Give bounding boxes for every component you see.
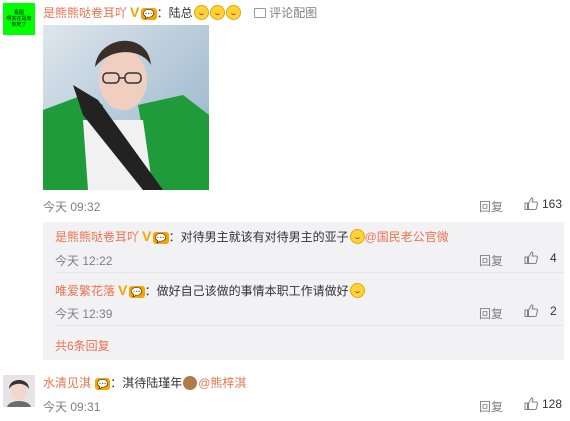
like-button[interactable]: 2 [524, 304, 557, 318]
reply-time: 今天 12:39 [55, 307, 113, 321]
reply-mention-link[interactable]: @国民老公官微 [365, 230, 449, 244]
like-button[interactable]: 4 [524, 251, 557, 265]
reply-username[interactable]: 是熊熊哒卷耳吖 [55, 230, 139, 244]
thumbs-up-icon [524, 304, 538, 317]
vip-badge-icon: 💬 [129, 286, 145, 298]
comment-image[interactable] [43, 25, 209, 190]
bear-emoji-icon [183, 376, 198, 390]
vip-badge-icon: 💬 [141, 8, 157, 20]
divider [55, 325, 564, 326]
comment-text: ：淇待陆瑾年 [110, 376, 183, 390]
reply-button[interactable]: 回复 [479, 398, 503, 415]
reply-button[interactable]: 回复 [479, 198, 503, 215]
like-button[interactable]: 128 [524, 397, 562, 411]
emoji-icon [193, 5, 209, 20]
divider [55, 272, 564, 273]
reply-item: 唯爱繁花落 V 💬 ：做好自己该做的事情本职工作请做好 [55, 282, 365, 299]
thumbs-up-icon [524, 251, 538, 264]
reply-item: 是熊熊哒卷耳吖 V 💬 ：对待男主就该有对待男主的亚子 @国民老公官微 [55, 228, 449, 245]
like-count: 163 [542, 197, 563, 211]
like-count: 4 [550, 251, 557, 265]
more-replies-link[interactable]: 共6条回复 [55, 337, 110, 354]
reply-text: ：做好自己该做的事情本职工作请做好 [144, 284, 349, 298]
verified-icon: V [118, 282, 128, 298]
comment-mention-link[interactable]: @熊梓淇 [198, 376, 246, 390]
like-button[interactable]: 163 [524, 197, 562, 211]
like-count: 128 [542, 397, 563, 411]
emoji-icon [349, 283, 365, 298]
emoji-icon [209, 5, 225, 20]
comment-header: 是熊熊哒卷耳吖 V 💬 ：陆总 评论配图 [43, 4, 317, 21]
thumbs-up-icon [524, 397, 538, 410]
reply-text: ：对待男主就该有对待男主的亚子 [168, 230, 349, 244]
emoji-icon [349, 229, 365, 244]
vip-badge-icon: 💬 [95, 378, 111, 390]
user-avatar[interactable]: 看图 啊实在是有 你死了 [3, 3, 35, 35]
verified-icon: V [142, 228, 152, 244]
user-avatar[interactable] [3, 375, 35, 407]
reply-button[interactable]: 回复 [479, 252, 503, 269]
comment-time: 今天 09:32 [43, 200, 101, 214]
vip-badge-icon: 💬 [153, 232, 169, 244]
reply-time: 今天 12:22 [55, 254, 113, 268]
image-icon [253, 8, 266, 18]
like-count: 2 [550, 304, 557, 318]
avatar-text: 看图 啊实在是有 你死了 [6, 10, 32, 28]
comment-username[interactable]: 是熊熊哒卷耳吖 [43, 6, 127, 20]
comment-time: 今天 09:31 [43, 400, 101, 414]
comment-header: 水清见淇 💬 ：淇待陆瑾年 @熊梓淇 [43, 375, 246, 391]
comment-image-link[interactable]: 评论配图 [269, 6, 317, 20]
thumbs-up-icon [524, 197, 538, 210]
comment-text: ：陆总 [156, 6, 193, 20]
emoji-icon [225, 5, 241, 20]
reply-username[interactable]: 唯爱繁花落 [55, 284, 115, 298]
reply-button[interactable]: 回复 [479, 305, 503, 322]
comment-username[interactable]: 水清见淇 [43, 376, 91, 390]
verified-icon: V [130, 4, 140, 20]
